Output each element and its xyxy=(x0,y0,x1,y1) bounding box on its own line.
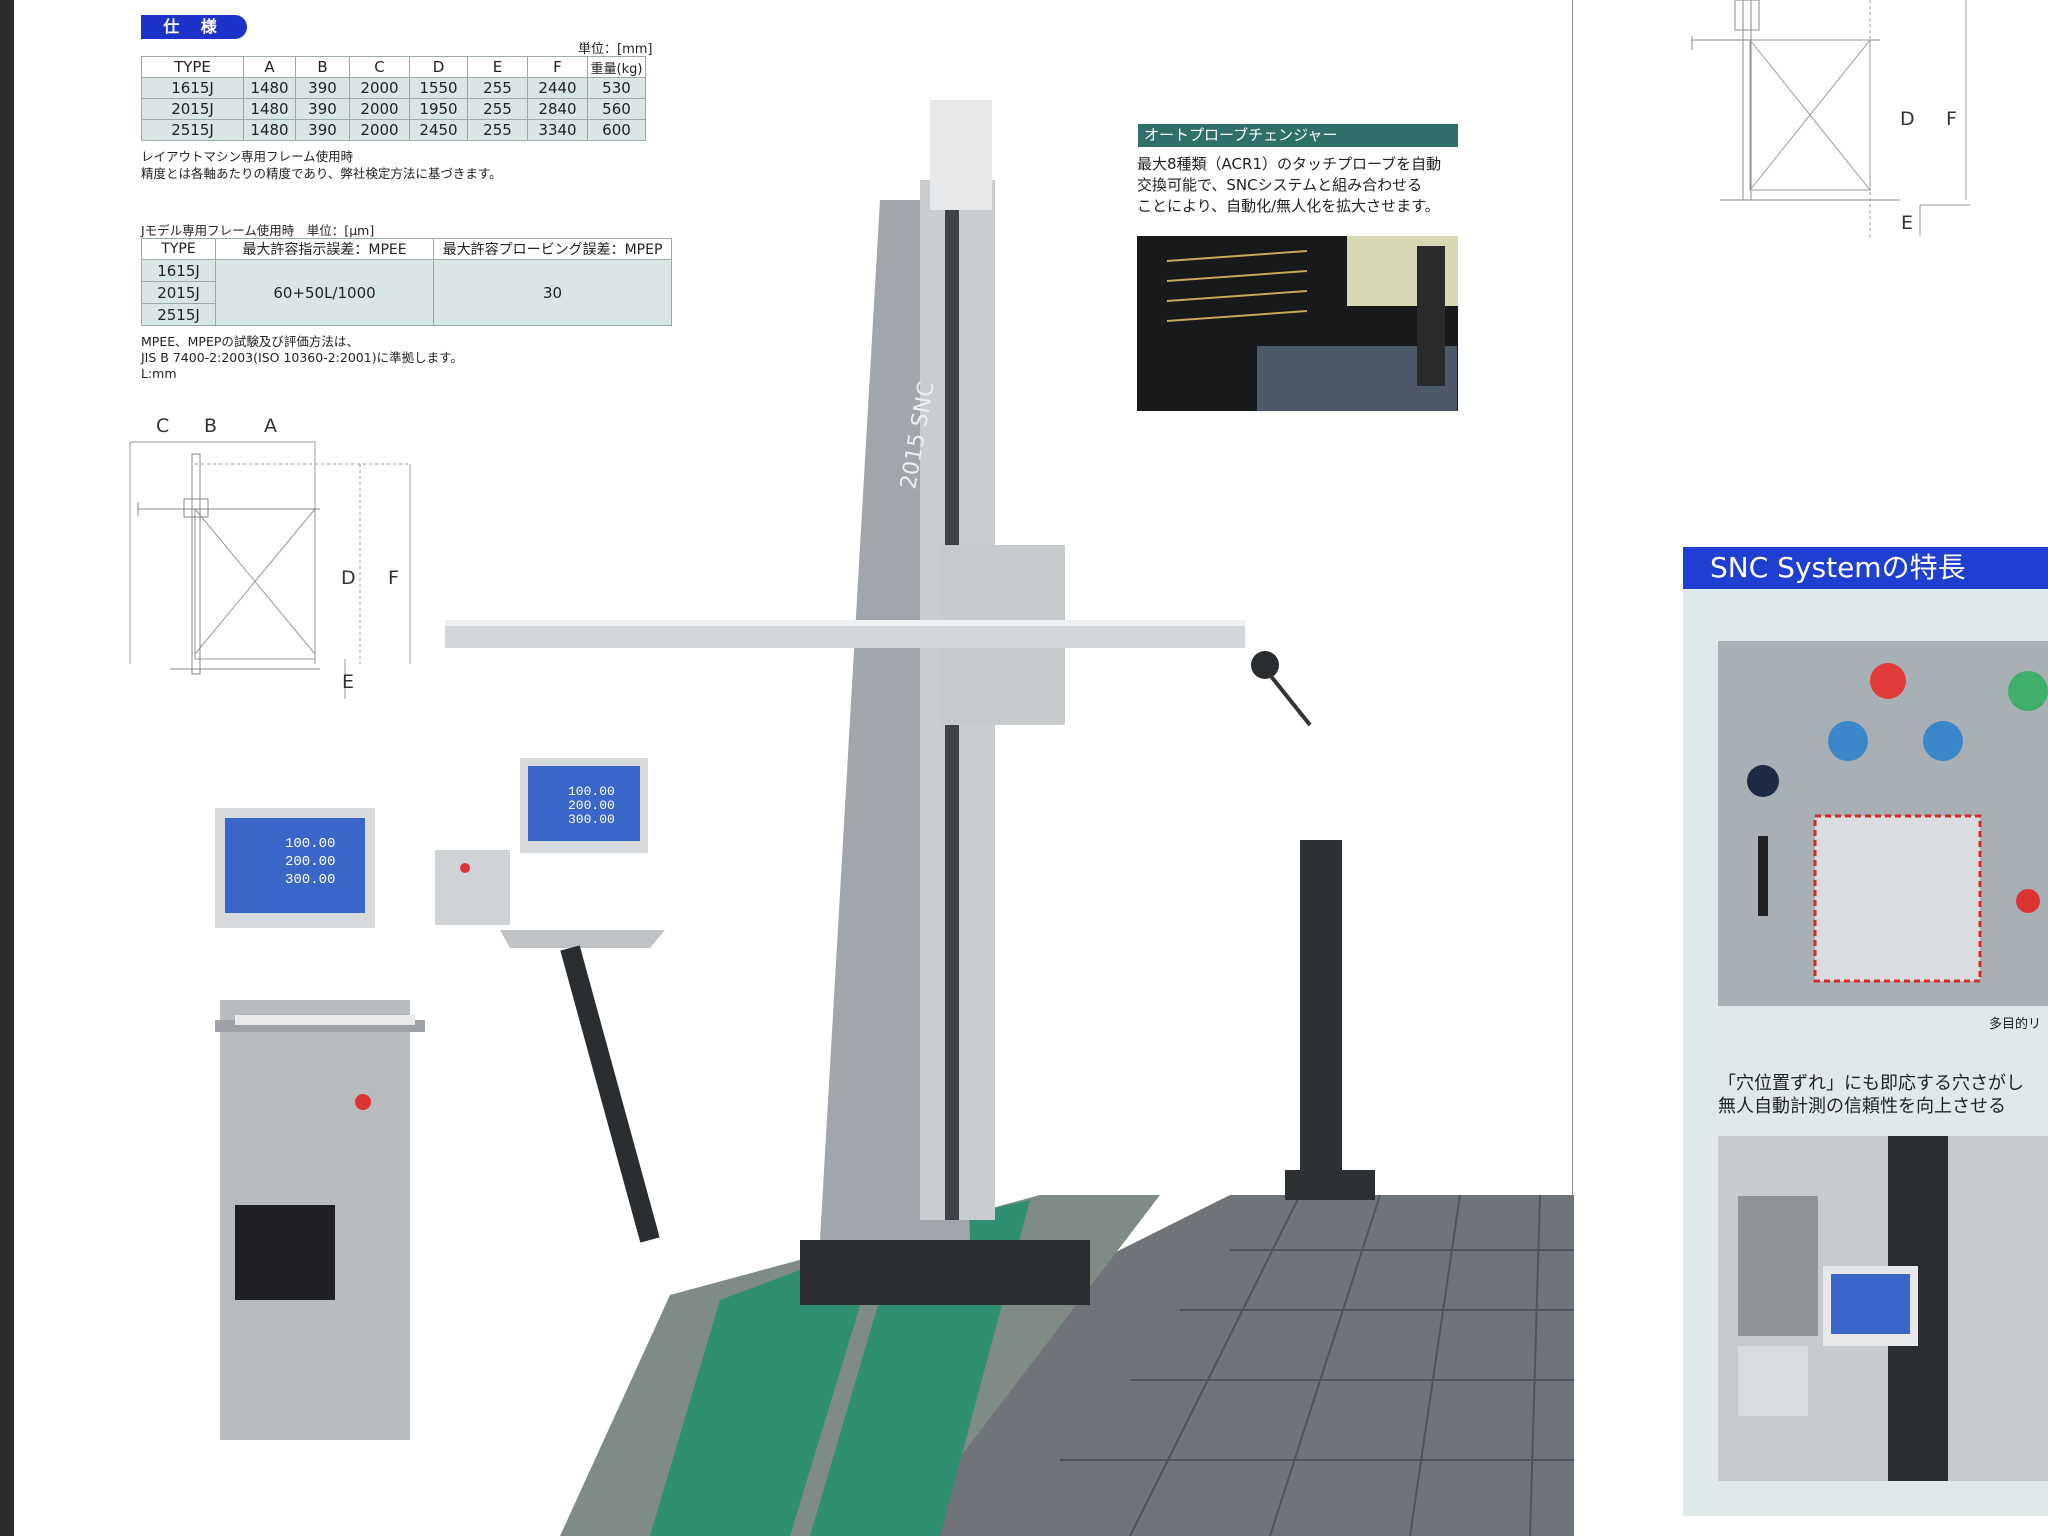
spec-unit: 単位：[mm] xyxy=(578,42,653,57)
spec-header-row: TYPE A B C D E F 重量(kg) xyxy=(141,56,646,78)
keypad-highlight xyxy=(1813,814,1982,983)
angle-prog-knob xyxy=(1828,721,1868,761)
snc-section-title: SNC Systemの特長 xyxy=(1683,547,2048,589)
probe-desc-line: 交換可能で、SNCシステムと組み合わせる xyxy=(1137,176,1423,194)
dim-label-c: C xyxy=(156,415,169,437)
readout-x: 100.00 xyxy=(285,836,335,852)
keyboard xyxy=(235,1015,415,1025)
left-edge-bar xyxy=(0,0,14,1536)
probe-desc-line: ことにより、自動化/無人化を拡大させます。 xyxy=(1137,197,1440,215)
snc-operation-photo xyxy=(1718,1136,2048,1481)
probe-stylus xyxy=(1268,673,1312,727)
spec-header-cell: D xyxy=(409,56,468,78)
emergency-button xyxy=(1870,663,1906,699)
probe-changer-description: 最大8種類（ACR1）のタッチプローブを自動 交換可能で、SNCシステムと組み合… xyxy=(1137,154,1467,217)
probe-head xyxy=(1251,651,1279,679)
cabinet-panel xyxy=(235,1205,335,1300)
readout-x-2: 100.00 xyxy=(568,784,615,799)
spec-header-cell: B xyxy=(295,56,350,78)
spec-header-cell: C xyxy=(349,56,410,78)
snc-desc-line: 無人自動計測の信頼性を向上させる xyxy=(1718,1096,2006,1117)
dim-label-d-2: D xyxy=(1900,108,1915,130)
desk-support-arm xyxy=(560,945,660,1243)
probe-changer-photo xyxy=(1137,236,1458,411)
snc-description: 「穴位置ずれ」にも即応する穴さがし 無人自動計測の信頼性を向上させる xyxy=(1718,1072,2024,1118)
right-stand xyxy=(1300,840,1342,1170)
spec-header-cell: TYPE xyxy=(141,56,244,78)
probe-desc-line: 最大8種類（ACR1）のタッチプローブを自動 xyxy=(1137,155,1442,173)
dim-label-f-2: F xyxy=(1946,108,1957,130)
readout-y-2: 200.00 xyxy=(568,798,615,813)
step-knob xyxy=(1923,721,1963,761)
column-top-cap xyxy=(930,100,992,210)
dimension-diagram-partial: D F E xyxy=(1691,0,1970,240)
readout-y: 200.00 xyxy=(285,854,335,870)
dim-label-e-2: E xyxy=(1901,212,1913,234)
cabinet-emergency-button xyxy=(355,1094,371,1110)
operator-desk xyxy=(500,930,665,948)
control-pendant xyxy=(435,850,510,925)
spec-section-badge: 仕 様 xyxy=(141,15,247,39)
readout-z-2: 300.00 xyxy=(568,812,615,827)
spec-header-cell: A xyxy=(243,56,296,78)
readout-z: 300.00 xyxy=(285,872,335,888)
spec-header-cell: 重量(kg) xyxy=(587,56,646,78)
spec-header-cell: E xyxy=(467,56,528,78)
snc-control-panel-photo xyxy=(1718,641,2048,1006)
snc-panel-caption: 多目的リ xyxy=(1989,1017,2042,1032)
probe-changer-title: オートプローブチェンジャー xyxy=(1138,124,1458,147)
snc-desc-line: 「穴位置ずれ」にも即応する穴さがし xyxy=(1718,1073,2024,1094)
spec-header-cell: F xyxy=(527,56,588,78)
machine-base xyxy=(800,1240,1090,1305)
